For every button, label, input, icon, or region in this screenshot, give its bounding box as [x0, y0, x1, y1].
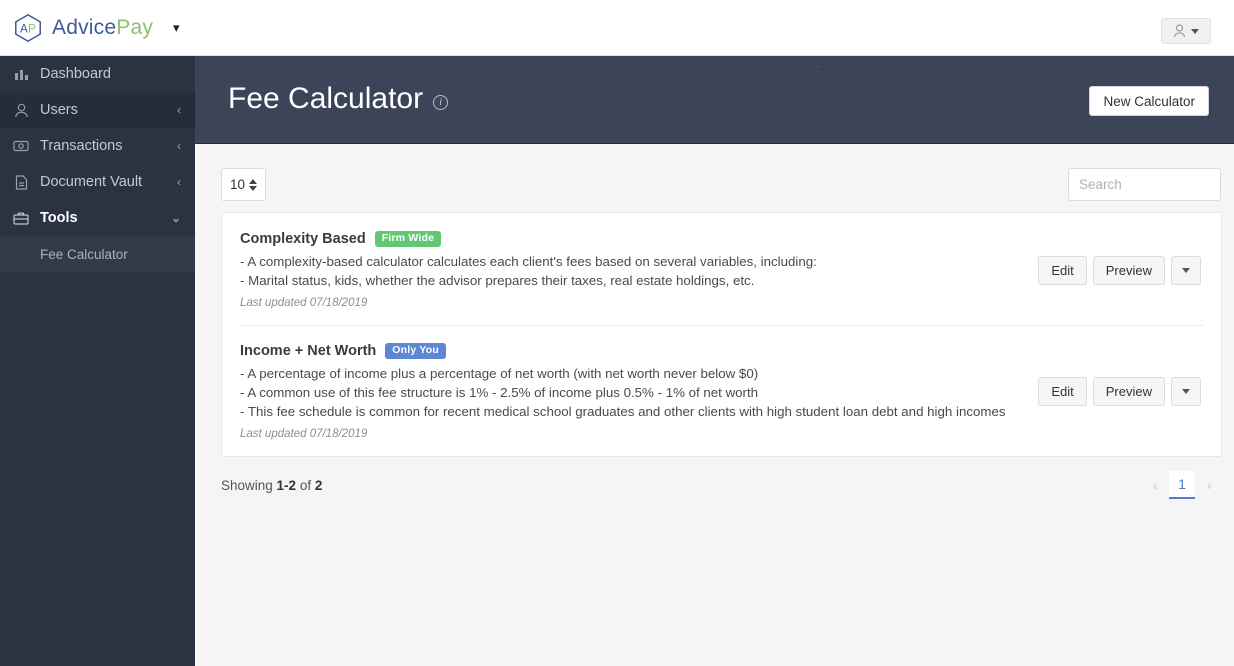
pagination-page-1[interactable]: 1: [1169, 471, 1195, 499]
person-icon: [1173, 24, 1186, 38]
svg-text:A: A: [20, 22, 28, 35]
row-action-buttons: Edit Preview: [1038, 377, 1201, 406]
preview-button[interactable]: Preview: [1092, 255, 1165, 285]
sidebar-item-document-vault[interactable]: Document Vault ‹: [0, 164, 195, 200]
sidebar-chevron-icon: ‹: [177, 139, 181, 153]
briefcase-icon: [8, 211, 34, 225]
brand-name-advice: Advice: [52, 15, 117, 39]
showing-total: 2: [314, 477, 323, 493]
chevron-down-icon: [1191, 28, 1199, 34]
calculator-title: Income + Net Worth: [240, 343, 377, 359]
calculator-info: Complexity Based Firm Wide - A complexit…: [240, 231, 1038, 309]
sidebar-subitem-label: Fee Calculator: [40, 246, 128, 262]
person-icon: [8, 103, 34, 118]
sidebar-item-label: Document Vault: [40, 174, 143, 190]
calculator-title-line: Complexity Based Firm Wide: [240, 231, 1026, 247]
brand-dropdown-caret-icon[interactable]: ▾: [173, 21, 180, 34]
search-input[interactable]: [1068, 168, 1221, 201]
stepper-arrows-icon: [249, 178, 258, 191]
new-calculator-button[interactable]: New Calculator: [1089, 86, 1209, 116]
page-size-value: 10: [230, 177, 246, 192]
row-action-buttons: Edit Preview: [1038, 255, 1201, 285]
calculator-list-card: Complexity Based Firm Wide - A complexit…: [221, 212, 1222, 457]
status-badge: Firm Wide: [374, 231, 442, 247]
sidebar-chevron-icon: ⌄: [170, 211, 181, 225]
info-icon[interactable]: i: [433, 95, 449, 110]
pagination-prev-icon[interactable]: ‹: [1143, 471, 1167, 499]
sidebar-item-transactions[interactable]: Transactions ‹: [0, 128, 195, 164]
chevron-down-icon: [1182, 267, 1190, 273]
top-bar: A P Advice Pay ▾: [0, 0, 1234, 56]
sidebar-chevron-icon: ‹: [177, 175, 181, 189]
sidebar-item-users[interactable]: Users ‹: [0, 92, 195, 128]
page-size-stepper[interactable]: 10: [221, 168, 267, 201]
last-updated-text: Last updated 07/18/2019: [240, 297, 368, 309]
brand-name: Advice Pay: [52, 16, 153, 40]
calculator-title: Complexity Based: [240, 231, 366, 247]
brand-name-pay: Pay: [116, 15, 154, 39]
calculator-title-line: Income + Net Worth Only You: [240, 343, 1026, 359]
list-footer: Showing 1-2 of 2 ‹ 1 ›: [221, 471, 1221, 499]
row-more-dropdown-button[interactable]: [1171, 377, 1201, 406]
sidebar-item-fee-calculator[interactable]: Fee Calculator: [0, 236, 195, 272]
edit-button[interactable]: Edit: [1038, 377, 1087, 406]
pagination: ‹ 1 ›: [1143, 471, 1221, 499]
calculator-info: Income + Net Worth Only You - A percenta…: [240, 343, 1038, 440]
calculator-description-line: - This fee schedule is common for recent…: [240, 404, 1006, 419]
bar-chart-icon: [8, 67, 34, 81]
calculator-description-line: - Marital status, kids, whether the advi…: [240, 273, 755, 288]
page-title-text: Fee Calculator: [228, 82, 424, 115]
showing-prefix: Showing: [221, 477, 277, 493]
brand-logo[interactable]: A P Advice Pay: [12, 12, 153, 44]
document-icon: [8, 174, 34, 190]
content-area: 10 Complexity Based Firm Wide - A comple…: [195, 144, 1234, 666]
row-more-dropdown-button[interactable]: [1171, 255, 1201, 285]
advicepay-hexagon-icon: A P: [12, 12, 44, 44]
table-row: Income + Net Worth Only You - A percenta…: [222, 325, 1221, 456]
last-updated-text: Last updated 07/18/2019: [240, 428, 368, 440]
table-row: Complexity Based Firm Wide - A complexit…: [222, 213, 1221, 325]
edit-button[interactable]: Edit: [1038, 255, 1087, 285]
svg-text:P: P: [28, 22, 36, 35]
calculator-description-line: - A complexity-based calculator calculat…: [240, 254, 817, 269]
user-account-menu[interactable]: [1161, 18, 1211, 44]
calculator-description-line: - A common use of this fee structure is …: [240, 385, 759, 400]
calculator-description-line: - A percentage of income plus a percenta…: [240, 366, 759, 381]
showing-middle: of: [296, 477, 315, 493]
status-badge: Only You: [385, 343, 447, 359]
chevron-down-icon: [1182, 389, 1190, 394]
list-toolbar: 10: [221, 168, 1221, 201]
sidebar-chevron-icon: ‹: [177, 103, 181, 117]
page-header: Fee Calculator i: [195, 56, 1234, 144]
sidebar-item-tools[interactable]: Tools ⌄: [0, 200, 195, 236]
sidebar: Dashboard Users ‹ Transactions ‹ Documen…: [0, 56, 195, 666]
sidebar-item-label: Tools: [40, 210, 78, 226]
sidebar-item-label: Dashboard: [40, 66, 111, 82]
pagination-next-icon[interactable]: ›: [1197, 471, 1221, 499]
money-icon: [8, 140, 34, 152]
showing-count: Showing 1-2 of 2: [221, 478, 322, 493]
sidebar-item-dashboard[interactable]: Dashboard: [0, 56, 195, 92]
showing-range: 1-2: [276, 477, 297, 493]
page-title: Fee Calculator i: [228, 82, 449, 116]
sidebar-item-label: Users: [40, 102, 78, 118]
sidebar-item-label: Transactions: [40, 138, 123, 154]
preview-button[interactable]: Preview: [1092, 377, 1165, 406]
